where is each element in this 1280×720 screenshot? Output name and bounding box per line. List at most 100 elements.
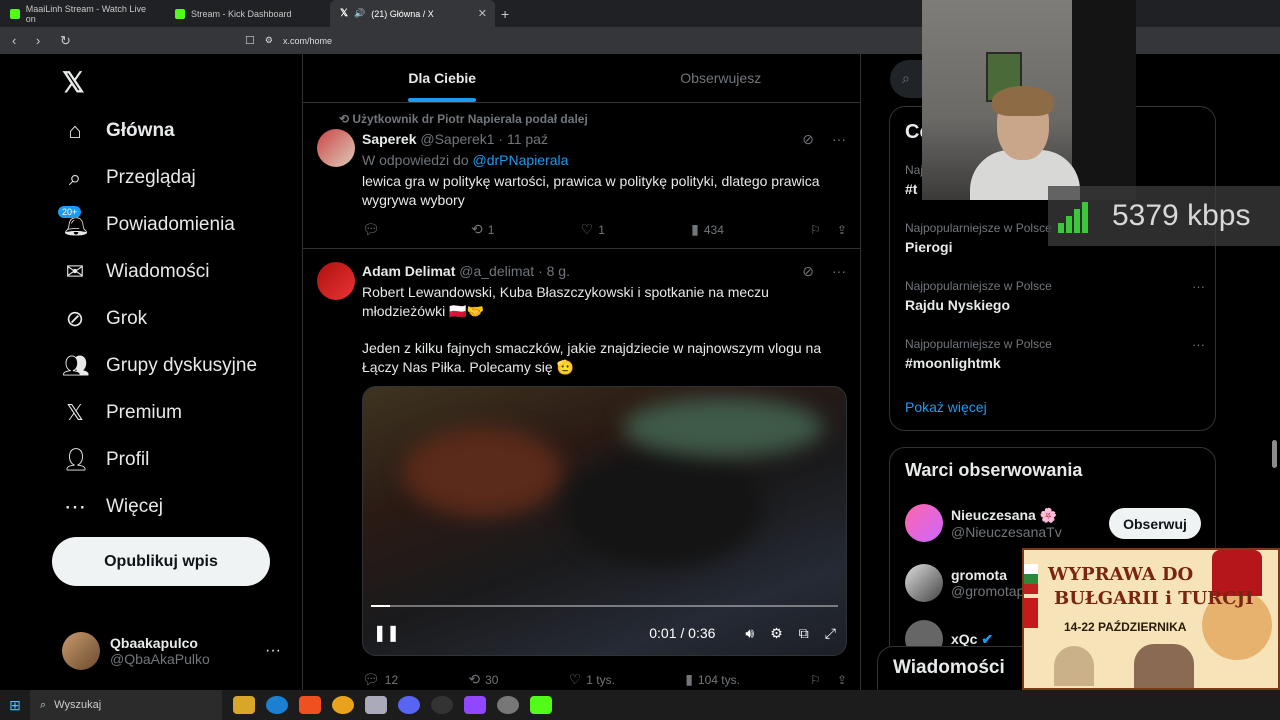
post-time[interactable]: · 11 paź bbox=[498, 131, 548, 147]
nav-explore[interactable]: ⌕ Przeglądaj bbox=[62, 158, 196, 198]
post[interactable]: Adam Delimat @a_delimat · 8 g. ⊘ ··· Robe… bbox=[303, 250, 860, 690]
nav-communities[interactable]: 👥︎ Grupy dyskusyjne bbox=[62, 346, 257, 386]
back-icon[interactable]: ‹ bbox=[12, 33, 24, 48]
views-button[interactable]: ▮ 434 bbox=[691, 221, 724, 238]
discord-icon[interactable] bbox=[398, 696, 420, 714]
grok-icon[interactable]: ⊘ bbox=[802, 263, 814, 280]
kick-icon[interactable] bbox=[530, 696, 552, 714]
author-name[interactable]: Adam Delimat bbox=[362, 263, 455, 279]
more-icon[interactable]: ··· bbox=[265, 642, 281, 660]
like-button[interactable]: ♡ 1 bbox=[581, 221, 605, 238]
browser-tab-active[interactable]: 𝕏 🔊 (21) Główna / X ✕ bbox=[330, 0, 495, 27]
video-progress[interactable] bbox=[371, 605, 838, 607]
more-icon[interactable]: ··· bbox=[1192, 337, 1205, 352]
search-icon: ⌕ bbox=[40, 698, 47, 711]
x-logo-icon[interactable]: 𝕏 bbox=[62, 66, 85, 99]
url-field[interactable]: ☐ ⚙ x.com/home bbox=[245, 30, 915, 51]
file-explorer-icon[interactable] bbox=[233, 696, 255, 714]
share-icon[interactable]: ⇪ bbox=[837, 673, 847, 687]
settings-icon[interactable]: ⚙ bbox=[770, 625, 783, 642]
nav-profile[interactable]: 👤︎ Profil bbox=[62, 440, 149, 480]
repost-button[interactable]: ⟲ 30 bbox=[468, 671, 498, 688]
grok-icon[interactable]: ⊘ bbox=[802, 131, 814, 148]
avatar[interactable] bbox=[317, 262, 355, 300]
more-icon[interactable]: ··· bbox=[832, 131, 846, 148]
new-tab-icon[interactable]: + bbox=[501, 6, 509, 22]
mosque-illustration bbox=[1054, 646, 1094, 686]
trend-item[interactable]: Najpopularniejsze w Polsce #moonlightmk ··… bbox=[905, 337, 1205, 371]
nav-premium[interactable]: 𝕏 Premium bbox=[62, 393, 182, 433]
tab-for-you[interactable]: Dla Ciebie bbox=[303, 54, 582, 102]
reload-icon[interactable]: ↻ bbox=[60, 33, 72, 49]
reply-link[interactable]: @drPNapierala bbox=[473, 152, 569, 168]
video-time: 0:01 / 0:36 bbox=[649, 625, 716, 641]
app-icon[interactable] bbox=[497, 696, 519, 714]
post-tools: ⊘ ··· bbox=[802, 263, 846, 280]
grok-icon: ⊘ bbox=[65, 306, 85, 331]
browser-tab[interactable]: Stream - Kick Dashboard bbox=[165, 0, 330, 27]
follow-button[interactable]: Obserwuj bbox=[1109, 508, 1201, 539]
scrollbar[interactable] bbox=[1272, 440, 1277, 468]
nav-more[interactable]: ⋯ Więcej bbox=[62, 487, 163, 527]
bitrate-overlay: 5379 kbps bbox=[1048, 186, 1280, 246]
forward-icon[interactable]: › bbox=[36, 33, 48, 48]
post-time[interactable]: · 8 g. bbox=[538, 263, 570, 279]
taskbar-search[interactable]: ⌕ Wyszukaj bbox=[30, 690, 222, 720]
x-favicon-icon: 𝕏 bbox=[340, 8, 349, 19]
like-button[interactable]: ♡ 1 tys. bbox=[569, 671, 615, 688]
author-handle[interactable]: @a_delimat bbox=[459, 263, 534, 279]
video-frame bbox=[623, 397, 823, 457]
volume-icon[interactable]: 🔊︎ bbox=[745, 625, 754, 642]
reply-button[interactable]: 💬︎ bbox=[362, 221, 385, 238]
chart-icon: ▮ bbox=[691, 221, 699, 237]
video-player[interactable]: ❚❚ 0:01 / 0:36 🔊︎ ⚙ ⧉ ⤢ bbox=[362, 386, 847, 656]
show-more-link[interactable]: Pokaż więcej bbox=[905, 399, 987, 415]
bookmark-icon[interactable]: ⚐ bbox=[810, 673, 821, 687]
repost-note: ⟲ Użytkownik dr Piotr Napierala podał da… bbox=[339, 112, 588, 126]
post-tools: ⊘ ··· bbox=[802, 131, 846, 148]
post-actions: 💬︎ 12 ⟲ 30 ♡ 1 tys. ▮ 104 tys. ⚐ ⇪ bbox=[362, 671, 847, 688]
follow-suggestion[interactable]: gromota @gromotap bbox=[905, 564, 1024, 602]
donkey-illustration bbox=[1134, 644, 1194, 688]
brave-icon[interactable] bbox=[299, 696, 321, 714]
edge-icon[interactable] bbox=[266, 696, 288, 714]
search-icon: ⌕ bbox=[68, 165, 82, 190]
nav-messages[interactable]: ✉ Wiadomości bbox=[62, 252, 210, 292]
popout-icon[interactable]: ⧉ bbox=[799, 625, 809, 642]
nav-notifications[interactable]: 🔔︎ 20+ Powiadomienia bbox=[58, 205, 235, 245]
reply-context: W odpowiedzi do @drPNapierala bbox=[362, 152, 569, 168]
follow-suggestion[interactable]: Nieuczesana 🌸 @NieuczesanaTv bbox=[905, 504, 1062, 542]
avatar[interactable] bbox=[317, 129, 355, 167]
tab-underline bbox=[408, 98, 477, 102]
publish-button[interactable]: Opublikuj wpis bbox=[52, 537, 270, 586]
author-name[interactable]: Saperek bbox=[362, 131, 416, 147]
repost-button[interactable]: ⟲ 1 bbox=[471, 221, 494, 238]
browser-tab[interactable]: MaaiLinh Stream - Watch Live on bbox=[0, 0, 165, 27]
windows-start-icon[interactable]: ⊞ bbox=[0, 697, 30, 714]
bitrate-text: 5379 kbps bbox=[1112, 199, 1251, 232]
nav-home[interactable]: ⌂ Główna bbox=[62, 111, 174, 151]
author-handle[interactable]: @Saperek1 bbox=[420, 131, 494, 147]
post-text: Robert Lewandowski, Kuba Błaszczykowski … bbox=[362, 284, 769, 319]
nav-grok[interactable]: ⊘ Grok bbox=[62, 299, 147, 339]
app-icon[interactable] bbox=[365, 696, 387, 714]
site-info-icon[interactable]: ⚙ bbox=[265, 35, 273, 46]
bookmark-icon[interactable]: ⚐ bbox=[810, 223, 821, 237]
pause-icon[interactable]: ❚❚ bbox=[373, 623, 400, 643]
fullscreen-icon[interactable]: ⤢ bbox=[825, 625, 836, 642]
chrome-icon[interactable] bbox=[332, 696, 354, 714]
trend-item[interactable]: Najpopularniejsze w Polsce Rajdu Nyskiego… bbox=[905, 279, 1205, 313]
home-icon: ⌂ bbox=[68, 118, 82, 143]
close-tab-icon[interactable]: ✕ bbox=[478, 7, 487, 20]
app-icon[interactable] bbox=[464, 696, 486, 714]
account-switcher[interactable]: Qbaakapulco @QbaAkaPulko bbox=[62, 632, 210, 670]
obs-icon[interactable] bbox=[431, 696, 453, 714]
post[interactable]: ⟲ Użytkownik dr Piotr Napierala podał da… bbox=[303, 104, 860, 249]
more-icon[interactable]: ··· bbox=[832, 263, 846, 280]
bookmark-icon[interactable]: ☐ bbox=[245, 34, 255, 47]
tab-following[interactable]: Obserwujesz bbox=[582, 54, 861, 102]
more-icon[interactable]: ··· bbox=[1192, 279, 1205, 294]
views-button[interactable]: ▮ 104 tys. bbox=[685, 671, 740, 688]
share-icon[interactable]: ⇪ bbox=[837, 223, 847, 237]
reply-button[interactable]: 💬︎ 12 bbox=[362, 671, 398, 688]
